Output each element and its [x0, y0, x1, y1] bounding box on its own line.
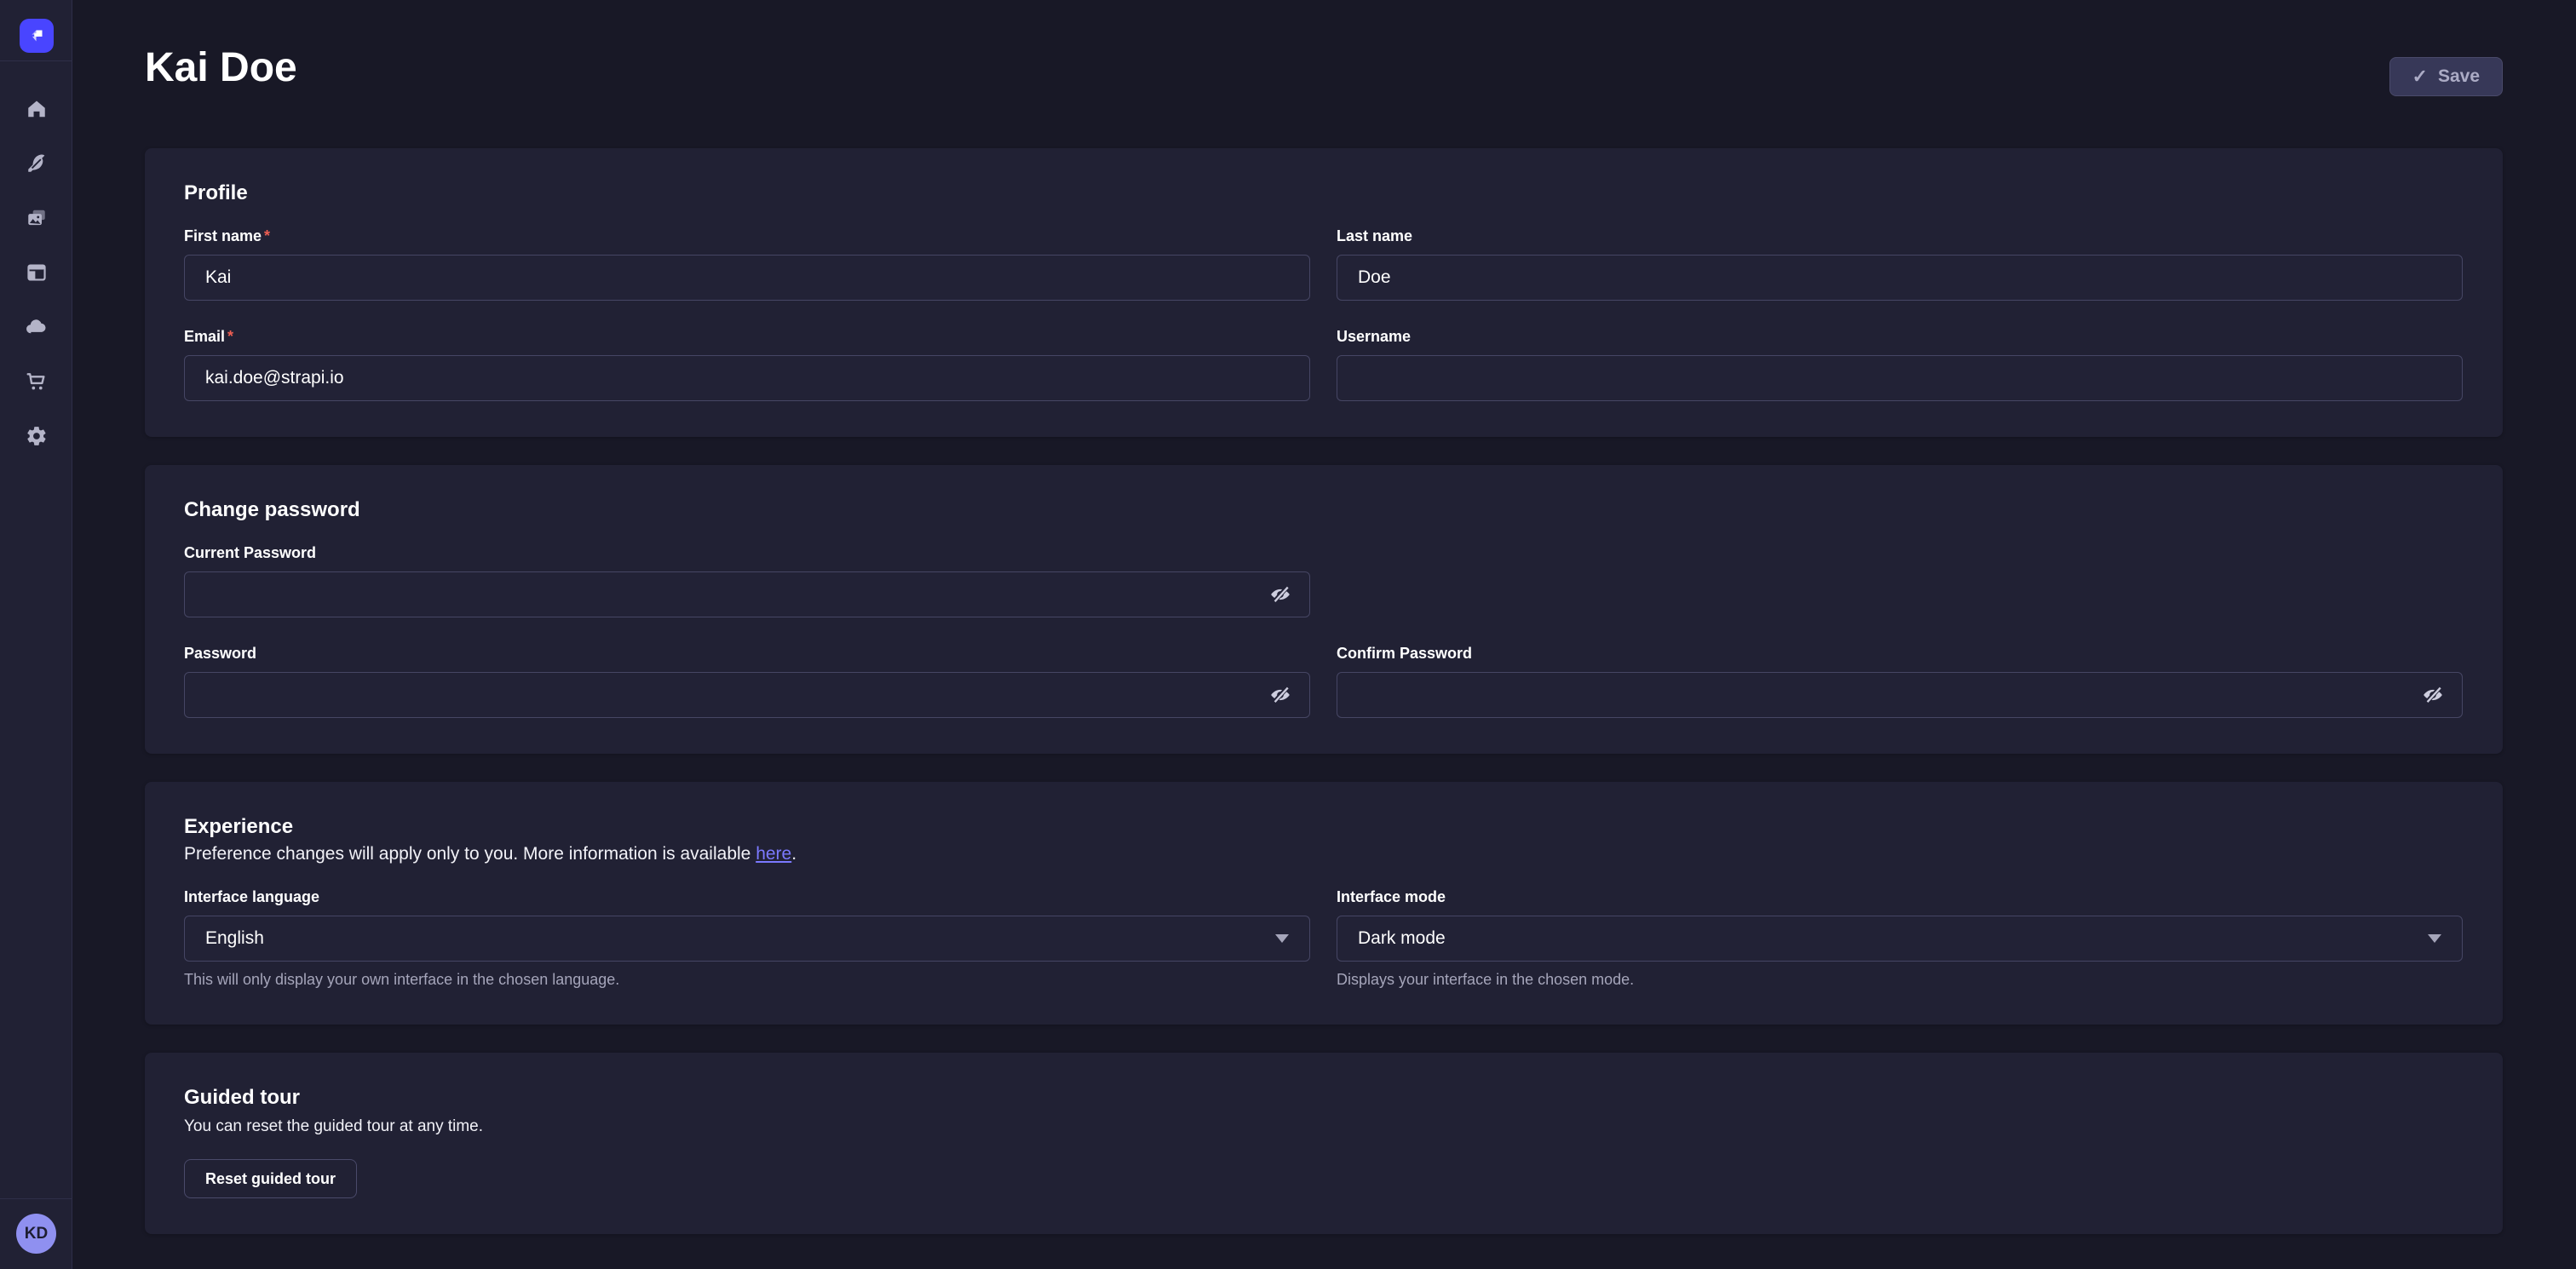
save-button-label: Save [2438, 66, 2480, 87]
first-name-label: First name* [184, 227, 1310, 245]
avatar[interactable]: KD [16, 1214, 56, 1254]
guided-tour-title: Guided tour [184, 1085, 2463, 1111]
strapi-logo-icon [26, 25, 48, 47]
reset-guided-tour-button[interactable]: Reset guided tour [184, 1159, 357, 1198]
guided-tour-description: You can reset the guided tour at any tim… [184, 1117, 2463, 1136]
main-content: Kai Doe ✓ Save Profile First name* Last … [73, 0, 2576, 1262]
sidebar-divider [0, 60, 72, 61]
interface-mode-select[interactable]: Dark mode [1337, 916, 2463, 962]
change-password-title: Change password [184, 497, 2463, 523]
experience-card: Experience Preference changes will apply… [145, 782, 2503, 1025]
home-icon [26, 98, 48, 120]
avatar-initials: KD [25, 1225, 48, 1243]
eye-off-icon [2421, 683, 2445, 707]
change-password-card: Change password Current Password [145, 465, 2503, 754]
save-button[interactable]: ✓ Save [2389, 57, 2503, 96]
sidebar-item-content-type-builder[interactable] [0, 245, 72, 300]
username-label: Username [1337, 327, 2463, 346]
interface-mode-value: Dark mode [1358, 928, 1446, 949]
required-asterisk: * [227, 328, 233, 345]
layout-icon [26, 261, 48, 284]
chevron-down-icon [1275, 934, 1289, 943]
page-header: Kai Doe ✓ Save [73, 0, 2576, 148]
new-password-input[interactable] [184, 672, 1310, 718]
last-name-input[interactable] [1337, 255, 2463, 301]
interface-language-label: Interface language [184, 887, 1310, 906]
confirm-password-label: Confirm Password [1337, 644, 2463, 663]
eye-off-icon [1268, 583, 1292, 606]
experience-description: Preference changes will apply only to yo… [184, 843, 2463, 865]
interface-language-select[interactable]: English [184, 916, 1310, 962]
eye-off-icon [1268, 683, 1292, 707]
current-password-wrap [184, 571, 1310, 617]
current-password-field: Current Password [184, 543, 1310, 617]
sidebar-item-media-library[interactable] [0, 191, 72, 245]
interface-language-field: Interface language English This will onl… [184, 887, 1310, 989]
toggle-confirm-password-visibility[interactable] [2415, 677, 2451, 713]
sidebar: KD [0, 0, 72, 1269]
interface-language-hint: This will only display your own interfac… [184, 970, 1310, 989]
new-password-wrap [184, 672, 1310, 718]
feather-icon [26, 152, 48, 175]
sidebar-item-home[interactable] [0, 82, 72, 136]
profile-form-grid: First name* Last name Email* Username [184, 227, 2463, 401]
confirm-password-wrap [1337, 672, 2463, 718]
gear-icon [26, 425, 48, 447]
page-title: Kai Doe [145, 46, 297, 90]
profile-card: Profile First name* Last name Email* Use… [145, 148, 2503, 437]
email-label: Email* [184, 327, 1310, 346]
photos-icon [26, 207, 48, 229]
sidebar-item-settings[interactable] [0, 409, 72, 463]
first-name-field: First name* [184, 227, 1310, 301]
username-input[interactable] [1337, 355, 2463, 401]
sidebar-item-cloud[interactable] [0, 300, 72, 354]
check-icon: ✓ [2412, 67, 2428, 86]
email-input[interactable] [184, 355, 1310, 401]
interface-mode-hint: Displays your interface in the chosen mo… [1337, 970, 2463, 989]
interface-language-value: English [205, 928, 264, 949]
toggle-new-password-visibility[interactable] [1262, 677, 1298, 713]
confirm-password-field: Confirm Password [1337, 644, 2463, 718]
cloud-icon [25, 315, 49, 339]
profile-card-title: Profile [184, 181, 2463, 206]
email-field: Email* [184, 327, 1310, 401]
new-password-field: Password [184, 644, 1310, 718]
first-name-input[interactable] [184, 255, 1310, 301]
interface-mode-field: Interface mode Dark mode Displays your i… [1337, 887, 2463, 989]
experience-form-grid: Interface language English This will onl… [184, 887, 2463, 989]
shopping-cart-icon [26, 370, 48, 393]
username-field: Username [1337, 327, 2463, 401]
password-form-grid: Current Password [184, 543, 2463, 718]
last-name-field: Last name [1337, 227, 2463, 301]
toggle-current-password-visibility[interactable] [1262, 577, 1298, 612]
confirm-password-input[interactable] [1337, 672, 2463, 718]
last-name-label: Last name [1337, 227, 2463, 245]
experience-title: Experience [184, 814, 2463, 840]
required-asterisk: * [264, 227, 270, 244]
sidebar-nav [0, 82, 72, 463]
sidebar-item-content-manager[interactable] [0, 136, 72, 191]
current-password-label: Current Password [184, 543, 1310, 562]
current-password-input[interactable] [184, 571, 1310, 617]
guided-tour-card: Guided tour You can reset the guided tou… [145, 1053, 2503, 1234]
sidebar-divider [0, 1198, 72, 1199]
new-password-label: Password [184, 644, 1310, 663]
more-information-link[interactable]: here [756, 844, 791, 864]
strapi-logo[interactable] [20, 19, 54, 53]
interface-mode-label: Interface mode [1337, 887, 2463, 906]
chevron-down-icon [2428, 934, 2441, 943]
sidebar-item-marketplace[interactable] [0, 354, 72, 409]
